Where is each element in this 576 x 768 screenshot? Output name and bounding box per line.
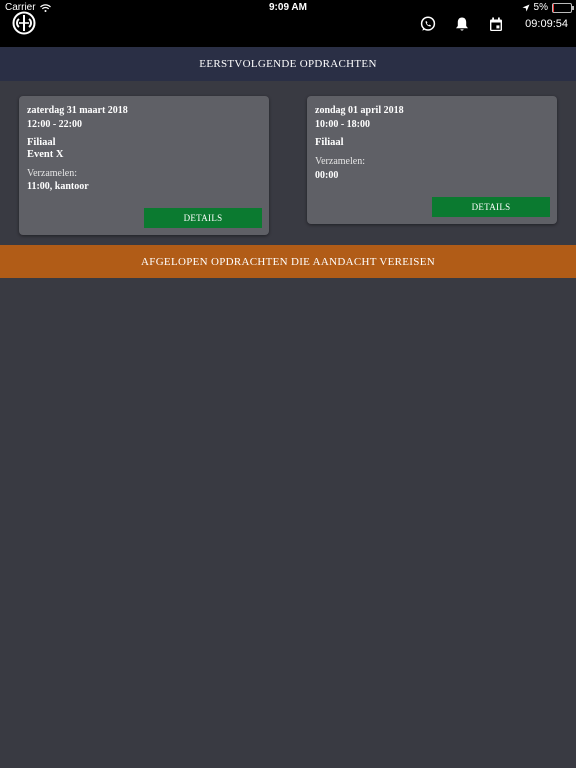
top-bar: Carrier 9:09 AM 5% 09:09:54 (0, 0, 576, 47)
clock: 09:09:54 (525, 18, 568, 30)
notifications-button[interactable] (445, 14, 479, 34)
card-date: zondag 01 april 2018 (315, 105, 404, 116)
card-gather-label: Verzamelen: (315, 156, 365, 167)
logo-icon[interactable] (12, 11, 36, 35)
whatsapp-button[interactable] (411, 14, 445, 34)
card-date: zaterdag 31 maart 2018 (27, 105, 128, 116)
details-button[interactable]: DETAILS (432, 197, 550, 217)
calendar-button[interactable] (479, 14, 513, 34)
card-place: Filiaal (27, 137, 56, 148)
card-gather-label: Verzamelen: (27, 168, 77, 179)
upcoming-header: EERSTVOLGENDE OPDRACHTEN (0, 47, 576, 81)
assignment-card[interactable]: zondag 01 april 2018 10:00 - 18:00 Filia… (307, 96, 557, 224)
card-place: Filiaal (315, 137, 344, 148)
status-right: 5% (522, 2, 574, 13)
card-event: Event X (27, 149, 64, 160)
status-time: 9:09 AM (269, 2, 307, 13)
top-icons: 09:09:54 (411, 14, 568, 34)
card-time: 12:00 - 22:00 (27, 119, 82, 130)
card-gather-value: 00:00 (315, 170, 339, 181)
battery-percent: 5% (533, 2, 548, 13)
location-arrow-icon (522, 4, 530, 11)
bell-icon (456, 17, 469, 31)
calendar-icon (490, 17, 503, 31)
battery-icon (552, 2, 574, 13)
assignment-card[interactable]: zaterdag 31 maart 2018 12:00 - 22:00 Fil… (19, 96, 269, 235)
details-button[interactable]: DETAILS (144, 208, 262, 228)
attention-header: AFGELOPEN OPDRACHTEN DIE AANDACHT VEREIS… (0, 245, 576, 278)
card-gather-value: 11:00, kantoor (27, 181, 89, 192)
whatsapp-icon (421, 16, 436, 31)
battery-fill (553, 3, 554, 12)
card-time: 10:00 - 18:00 (315, 119, 370, 130)
